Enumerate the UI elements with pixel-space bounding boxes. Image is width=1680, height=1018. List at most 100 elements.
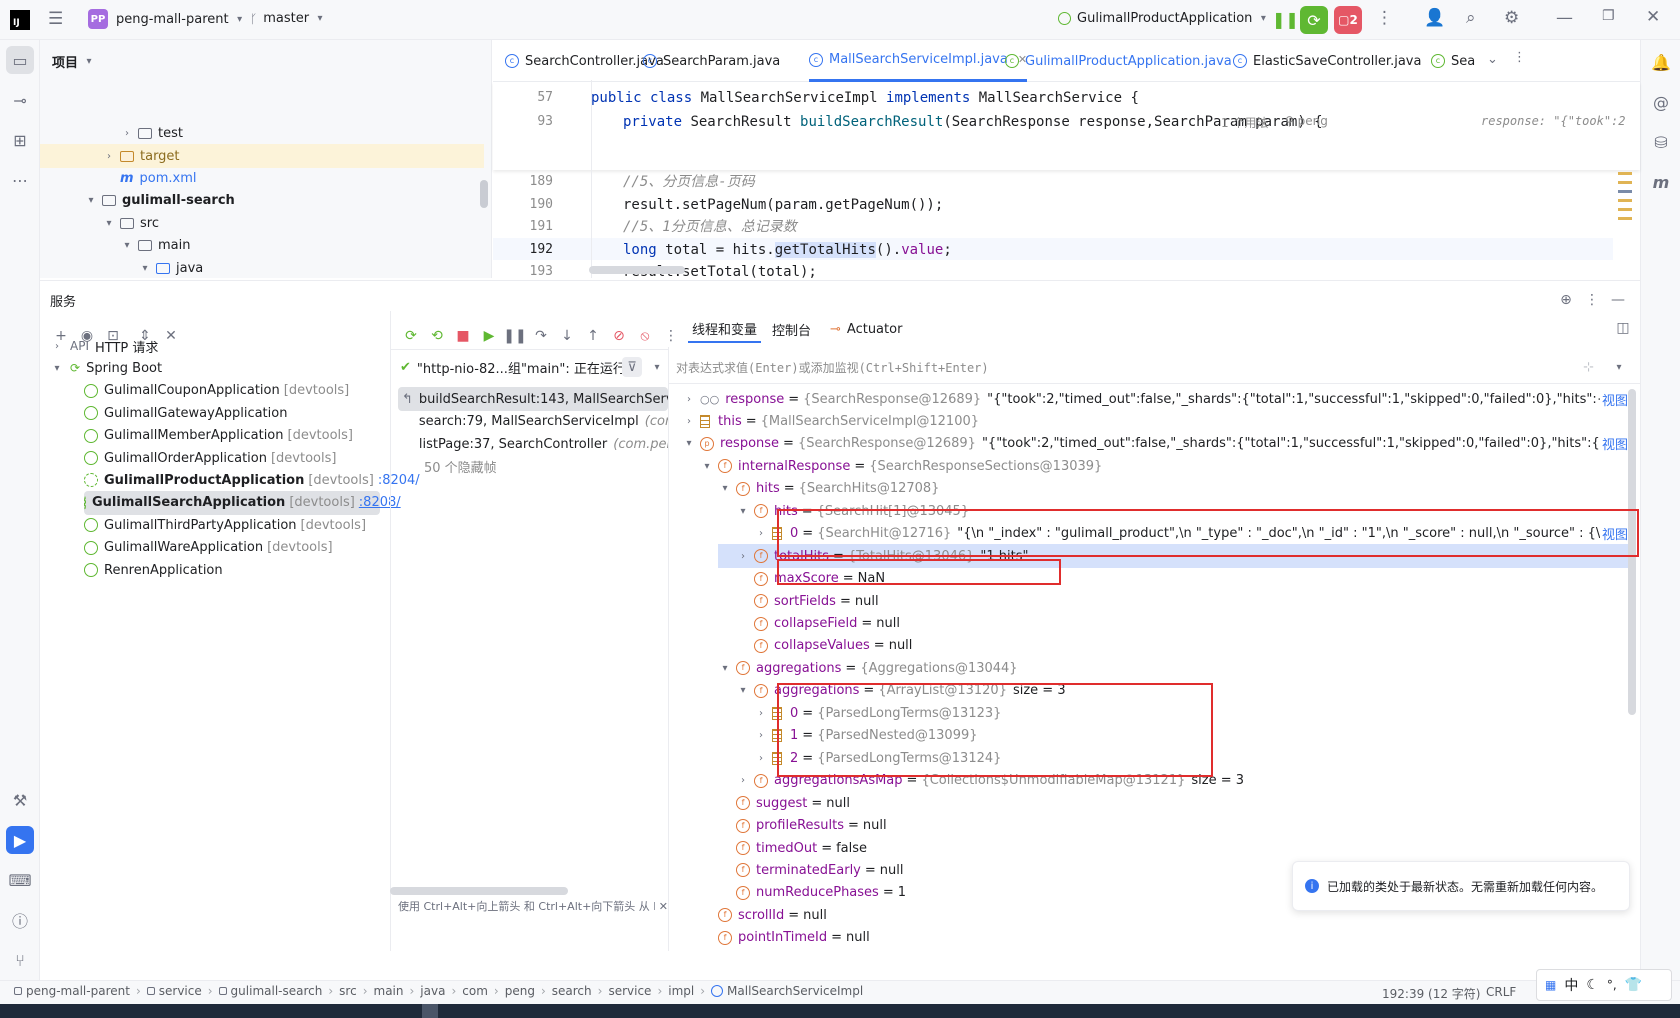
close-icon[interactable]: ✕ [659, 900, 668, 913]
error-stripe[interactable] [1618, 166, 1632, 278]
chevron-right-icon[interactable]: › [682, 416, 696, 427]
more-tabs-icon[interactable]: ⋮ [1513, 50, 1526, 65]
variable-row-response[interactable]: ▾ p response = {SearchResponse@12689} "{"took… [682, 432, 1628, 456]
stack-frame[interactable]: ↰search:79, MallSearchServiceImpl(com.pe… [398, 410, 668, 434]
tab-mallsearchserviceimpl[interactable]: c MallSearchServiceImpl.java ✕ [809, 40, 1028, 82]
chevron-down-icon[interactable]: ⌄ [1487, 52, 1498, 67]
breadcrumb-item[interactable]: peng-mall-parent [26, 984, 130, 998]
variable-row-suggest[interactable]: f suggest = null [718, 791, 1628, 815]
tree-item-pom-xml[interactable]: m pom.xml [102, 166, 197, 190]
variable-row-pointintimeid[interactable]: f pointInTimeId = null [700, 926, 1628, 950]
rerun-icon[interactable]: ⟳ [400, 325, 422, 347]
breadcrumb-item[interactable]: search [552, 984, 592, 998]
more-actions-icon[interactable]: ⋮ [1376, 8, 1393, 28]
service-item-gulimallwareapplication[interactable]: GulimallWareApplication [devtools] [84, 536, 333, 560]
tree-item-src[interactable]: ▾ src [102, 211, 159, 235]
layout-icon[interactable]: ◫ [1612, 317, 1634, 339]
target-icon[interactable]: ⊕ [1555, 289, 1577, 311]
caret-position[interactable]: 192:39 (12 字符) [1382, 985, 1480, 1002]
view-link[interactable]: 视图 [1602, 434, 1628, 453]
project-selector[interactable]: PP peng-mall-parent ▾ [88, 9, 247, 29]
variable-row-timedout[interactable]: f timedOut = false [718, 836, 1628, 860]
usages-hint[interactable]: 1 个用法 [1221, 114, 1268, 131]
terminal-icon[interactable]: ⌨ [6, 866, 34, 894]
resume-icon[interactable]: ❚❚ [1272, 10, 1299, 29]
step-over-icon[interactable]: ↷ [530, 325, 552, 347]
tab-console[interactable]: 控制台 [768, 315, 815, 343]
build-hammer-icon[interactable]: ⚒ [6, 786, 34, 814]
stack-frame[interactable]: ↰listPage:37, SearchController(com.peng.… [398, 432, 668, 456]
port-link[interactable]: :8204/ [378, 473, 420, 488]
ime-toolbar[interactable]: ▦ 中 ☾ °, 👕 [1536, 969, 1672, 1001]
problems-icon[interactable]: ⓘ [6, 906, 34, 934]
chevron-right-icon[interactable]: › [754, 708, 768, 719]
commit-icon[interactable]: ⊸ [6, 86, 34, 114]
chevron-right-icon[interactable]: › [754, 753, 768, 764]
breadcrumb-item[interactable]: service [159, 984, 202, 998]
database-icon[interactable]: ⛁ [1647, 128, 1675, 156]
stop-icon[interactable]: ■ [452, 325, 474, 347]
intellij-logo-icon[interactable]: IJ [10, 10, 30, 30]
variable-row-response[interactable]: › ○○ response = {SearchResponse@12689} "{"too… [682, 387, 1628, 411]
minimize-icon[interactable]: — [1556, 8, 1573, 28]
tree-item-java[interactable]: ▾ java [138, 256, 203, 280]
project-folder-icon[interactable]: ▭ [6, 46, 34, 74]
service-item-spring-boot[interactable]: ▾ ⟳ Spring Boot [50, 356, 162, 380]
service-item-http-[interactable]: › API HTTP 请求 [50, 334, 158, 358]
variable-row-profileresults[interactable]: f profileResults = null [718, 814, 1628, 838]
chevron-right-icon[interactable]: › [50, 341, 64, 352]
evaluate-expression-field[interactable]: 对表达式求值(Enter)或添加监视(Ctrl+Shift+Enter) ⊹ ▾ [676, 355, 1626, 379]
variable-row-aggregations[interactable]: ▾ f aggregations = {Aggregations@13044} [718, 656, 1628, 680]
breadcrumb-item[interactable]: peng [505, 984, 535, 998]
search-icon[interactable]: ⌕ [1466, 8, 1476, 28]
line-separator[interactable]: CRLF [1486, 985, 1516, 999]
service-item-gulimallsearchapplication[interactable]: GulimallSearchApplication [devtools]:8208… [84, 490, 401, 515]
tab-actuator[interactable]: ⊸ Actuator [826, 315, 906, 343]
tab-searchparam[interactable]: c SearchParam.java [643, 40, 780, 82]
taskbar-app-icon[interactable] [422, 1004, 438, 1018]
chevron-down-icon[interactable]: ▾ [718, 483, 732, 494]
collapse-all-icon[interactable]: ✕ [160, 325, 182, 347]
variable-row-collapsefield[interactable]: f collapseField = null [736, 612, 1628, 636]
breadcrumb-item[interactable]: MallSearchServiceImpl [727, 984, 863, 998]
mute-breakpoints-icon[interactable]: ⦸ [634, 325, 656, 347]
more-tools-icon[interactable]: ⋯ [6, 166, 34, 194]
view-link[interactable]: 视图 [1602, 390, 1628, 409]
notifications-bell-icon[interactable]: 🔔 [1647, 48, 1675, 76]
step-into-icon[interactable]: ↓ [556, 325, 578, 347]
add-user-icon[interactable]: 👤 [1424, 8, 1445, 28]
pause-icon[interactable]: ❚❚ [503, 325, 526, 347]
hide-icon[interactable]: — [1607, 289, 1629, 311]
close-icon[interactable]: ✕ [1646, 7, 1660, 27]
tab-elasticsavecontroller[interactable]: c ElasticSaveController.java [1233, 40, 1421, 82]
service-item-gulimallorderapplication[interactable]: GulimallOrderApplication [devtools] [84, 446, 336, 470]
variable-row-sortfields[interactable]: f sortFields = null [736, 589, 1628, 613]
branch-selector[interactable]: ᚴ master ▾ [250, 11, 327, 26]
variable-row-collapsevalues[interactable]: f collapseValues = null [736, 634, 1628, 658]
service-item-gulimallproductapplication[interactable]: GulimallProductApplication [devtools]:820… [84, 468, 420, 492]
frames-scrollbar[interactable] [390, 887, 568, 895]
breadcrumb-item[interactable]: main [374, 984, 404, 998]
author-hint[interactable]: ⚲ peng [1285, 114, 1328, 128]
tree-item-target[interactable]: › target [40, 144, 484, 168]
tree-item-test[interactable]: › test [120, 121, 183, 145]
breadcrumb-item[interactable]: impl [668, 984, 694, 998]
chevron-right-icon[interactable]: › [682, 394, 696, 405]
chevron-down-icon[interactable]: ▾ [682, 438, 696, 449]
rerun-changed-icon[interactable]: ⟲ [426, 325, 448, 347]
chevron-down-icon[interactable]: ▾ [700, 461, 714, 472]
hidden-frames-label[interactable]: 50 个隐藏帧 [424, 454, 497, 478]
breadcrumb-item[interactable]: java [420, 984, 445, 998]
chevron-right-icon[interactable]: › [754, 730, 768, 741]
chevron-down-icon[interactable]: ▾ [50, 363, 64, 374]
tab-searchcontroller[interactable]: c SearchController.java [505, 40, 664, 82]
service-item-gulimallgatewayapplication[interactable]: GulimallGatewayApplication [84, 401, 287, 425]
chevron-down-icon[interactable]: ▾ [650, 362, 664, 373]
chevron-down-icon[interactable]: ▾ [736, 685, 750, 696]
horizontal-scrollbar[interactable] [589, 266, 685, 274]
service-item-gulimallmemberapplication[interactable]: GulimallMemberApplication [devtools] [84, 424, 353, 448]
tab-threads-variables[interactable]: 线程和变量 [688, 315, 762, 343]
ai-assistant-icon[interactable]: @ [1647, 88, 1675, 116]
view-breakpoints-icon[interactable]: ⊘ [608, 325, 630, 347]
breadcrumb-item[interactable]: service [608, 984, 651, 998]
